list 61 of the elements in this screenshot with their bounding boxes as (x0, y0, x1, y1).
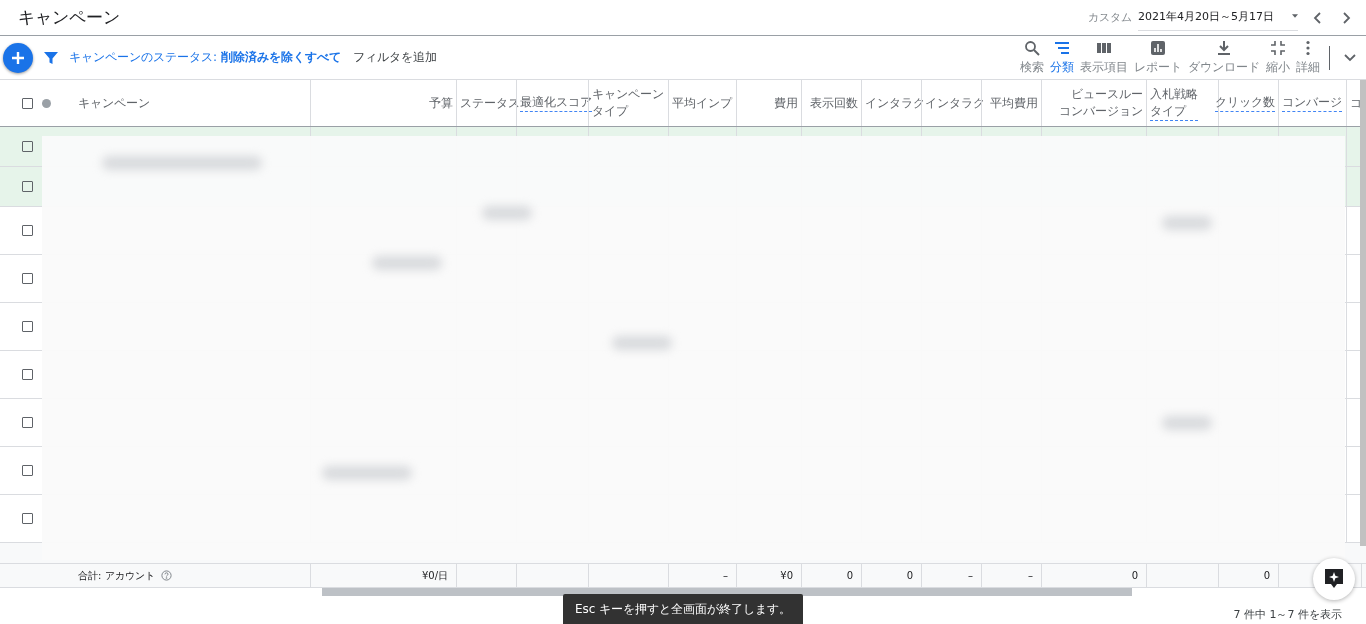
bar-chart-icon (1150, 39, 1166, 56)
column-header[interactable]: 平均費用 (990, 94, 1038, 112)
feedback-button[interactable] (1313, 558, 1355, 600)
column-header[interactable]: キャンペーン タイプ (592, 86, 664, 120)
download-icon (1216, 39, 1232, 56)
expand-icon[interactable] (1344, 53, 1356, 62)
add-button[interactable] (3, 42, 33, 73)
search-icon (1024, 39, 1040, 56)
page-title: キャンペーン (18, 6, 120, 29)
table-cell: – (723, 570, 728, 581)
select-all-checkbox[interactable] (22, 97, 33, 109)
row-checkbox[interactable] (22, 321, 33, 332)
row-checkbox[interactable] (22, 141, 33, 152)
filter-icon[interactable] (44, 50, 58, 65)
toolbar-button[interactable]: 表示項目 (1077, 39, 1131, 76)
column-header[interactable]: ビュースルー コンバージョン (1059, 86, 1143, 120)
column-header[interactable]: キャンペーン (78, 94, 150, 112)
column-header[interactable]: コンバージ (1282, 94, 1342, 112)
column-header[interactable]: 費用 (774, 94, 798, 112)
column-header[interactable]: 予算 (429, 94, 453, 112)
add-filter-link[interactable]: フィルタを追加 (352, 49, 437, 66)
caret-icon (1292, 13, 1298, 19)
table-cell: – (968, 570, 973, 581)
toolbar-button[interactable]: 詳細 (1293, 39, 1323, 76)
column-header[interactable]: 表示回数 (810, 94, 858, 112)
toolbar-button[interactable]: 縮小 (1263, 39, 1293, 76)
table-cell: 0 (906, 570, 913, 581)
row-checkbox[interactable] (22, 273, 33, 284)
toolbar-button[interactable]: ダウンロード (1185, 39, 1263, 76)
row-checkbox[interactable] (22, 417, 33, 428)
table-cell: – (1028, 570, 1033, 581)
horizontal-scrollbar[interactable] (322, 588, 1132, 596)
collapse-icon (1270, 39, 1286, 56)
status-filter-link[interactable]: キャンペーンのステータス: 削除済みを除くすべて (69, 49, 341, 66)
status-dot-icon (42, 98, 51, 108)
row-checkbox[interactable] (22, 369, 33, 380)
date-range-dropdown[interactable]: 2021年4月20日～5月17日 (1138, 4, 1298, 31)
vertical-scrollbar[interactable] (1360, 80, 1366, 546)
toolbar-button[interactable]: 分類 (1047, 39, 1077, 76)
column-header[interactable]: コ (1350, 94, 1362, 112)
row-checkbox[interactable] (22, 225, 33, 236)
table-cell: ¥0/日 (421, 568, 448, 583)
plus-icon (11, 50, 25, 65)
table-cell: 0 (1131, 570, 1138, 581)
sparkle-icon (1324, 568, 1344, 590)
table-cell: 0 (1263, 570, 1270, 581)
column-header[interactable]: クリック数 (1215, 94, 1275, 112)
toolbar-button[interactable]: 検索 (1017, 39, 1047, 76)
row-checkbox[interactable] (22, 513, 33, 524)
total-label: 合計: アカウント (78, 568, 155, 583)
row-checkbox[interactable] (22, 181, 33, 192)
column-header[interactable]: 入札戦略 タイプ (1150, 85, 1198, 121)
column-header[interactable]: 平均インプ (672, 94, 732, 112)
table-cell: ¥0 (780, 570, 793, 581)
date-preset-label: カスタム (1088, 10, 1132, 25)
table-cell: 0 (846, 570, 853, 581)
toast-message: Esc キーを押すと全画面が終了します。 (563, 594, 803, 624)
row-checkbox[interactable] (22, 465, 33, 476)
toolbar-button[interactable]: レポート (1131, 39, 1185, 76)
pagination-text: 7 件中 1～7 件を表示 (1233, 607, 1342, 622)
segment-icon (1054, 39, 1070, 56)
